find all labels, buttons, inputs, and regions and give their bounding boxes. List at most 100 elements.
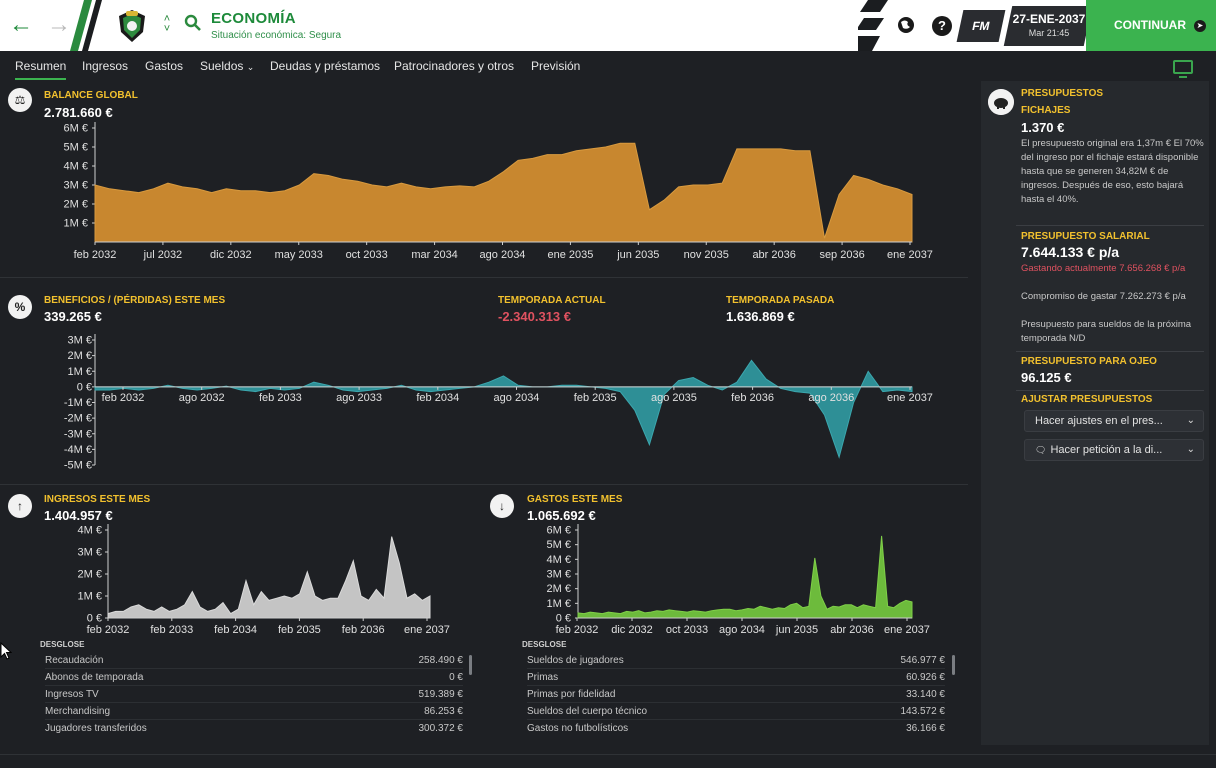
wage-budget-label: PRESUPUESTO SALARIAL [1021,231,1150,242]
tab-patrocinadores[interactable]: Patrocinadores y otros [394,59,514,73]
x-tick-label: feb 2032 [556,624,599,636]
club-switch-updown[interactable]: ˄ ˅ [160,14,174,38]
breakdown-row[interactable]: Primas 60.926 € [527,669,945,686]
club-crest-icon[interactable] [116,8,148,44]
breakdown-row[interactable]: Recaudación 258.490 € [45,652,463,669]
income-scrollbar[interactable] [469,655,472,675]
breakdown-row-name: Primas por fidelidad [527,689,616,700]
breakdown-row-name: Jugadores transferidos [45,723,147,734]
series-area [577,535,913,619]
breakdown-row[interactable]: Abonos de temporada 0 € [45,669,463,686]
current-date: 27-ENE-2037 [1012,12,1086,26]
x-tick-label: ago 2036 [808,392,854,404]
x-tick-label: feb 2034 [416,392,459,404]
y-tick-label: 5M € [547,539,571,551]
expenses-scrollbar[interactable] [952,655,955,675]
breakdown-row-name: Sueldos del cuerpo técnico [527,706,648,717]
chevron-down-icon: ⌄ [1186,415,1195,426]
breakdown-row[interactable]: Ingresos TV 519.389 € [45,686,463,703]
breakdown-row[interactable]: Sueldos del cuerpo técnico 143.572 € [527,703,945,720]
breakdown-row[interactable]: Gastos no futbolísticos 36.166 € [527,720,945,737]
screen-display-icon[interactable] [1173,60,1193,78]
breakdown-row[interactable]: Sueldos de jugadores 546.977 € [527,652,945,669]
forward-arrow-icon[interactable]: → [46,12,72,38]
tab-resumen[interactable]: Resumen [15,59,67,80]
x-tick-label: ago 2032 [179,392,225,404]
breakdown-row-value: 36.166 € [906,723,945,734]
expenses-chart: 0 € 1M € 2M € 3M € 4M € 5M € 6M € feb 2032 dic 2… [547,524,930,636]
scouting-budget-label: PRESUPUESTO PARA OJEO [1021,356,1157,367]
x-tick-label: oct 2033 [346,249,388,261]
page-title: ECONOMÍA [211,10,296,27]
y-tick-label: 3M € [68,335,92,347]
x-tick-label: feb 2036 [342,624,385,636]
divider [0,484,968,485]
breakdown-row-name: Sueldos de jugadores [527,655,624,666]
x-tick-label: oct 2033 [666,624,708,636]
series-area [107,536,431,619]
adjust-budgets-label: AJUSTAR PRESUPUESTOS [1021,394,1153,405]
x-tick-label: feb 2032 [87,624,130,636]
continue-button[interactable]: CONTINUAR ➤ [1086,0,1216,51]
speech-bubble-icon: 🗨 [1035,445,1047,455]
x-tick-label: ene 2037 [884,624,930,636]
x-tick-label: jun 2035 [775,624,818,636]
arrow-up-icon: ↑ [8,494,32,518]
y-tick-label: -5M € [64,460,92,472]
scales-icon: ⚖ [8,88,32,112]
help-icon[interactable]: ? [932,16,952,36]
tab-deudas[interactable]: Deudas y préstamos [270,59,380,73]
y-tick-label: 3M € [547,569,571,581]
tab-prevision[interactable]: Previsión [531,59,580,73]
x-tick-label: ago 2034 [480,249,526,261]
transfer-budget-text: El presupuesto original era 1,37m € El 7… [1021,138,1204,205]
breakdown-row-name: Recaudación [45,655,104,666]
breakdown-row-value: 0 € [449,672,463,683]
chevron-down-icon: ⌄ [1186,444,1195,455]
x-tick-label: feb 2033 [150,624,193,636]
tab-gastos[interactable]: Gastos [145,59,183,73]
tab-sueldos[interactable]: Sueldos ⌄ [200,59,254,73]
x-tick-label: abr 2036 [830,624,873,636]
wage-next-text: Presupuesto para sueldos de la próxima t… [1021,319,1192,344]
y-tick-label: 1M € [547,598,571,610]
breakdown-row-name: Ingresos TV [45,689,99,700]
x-tick-label: feb 2032 [102,392,145,404]
y-tick-label: -2M € [64,413,92,425]
fm-menu-button[interactable]: FM [956,10,1006,42]
search-icon[interactable] [184,14,202,32]
breakdown-row[interactable]: Jugadores transferidos 300.372 € [45,720,463,737]
board-request-dropdown[interactable]: 🗨 Hacer petición a la di... ⌄ [1024,439,1204,461]
scouting-budget-value: 96.125 € [1021,370,1072,385]
adjust-budget-dropdown[interactable]: Hacer ajustes en el pres... ⌄ [1024,410,1204,432]
profit-label: BENEFICIOS / (PÉRDIDAS) ESTE MES [44,295,226,306]
x-tick-label: ene 2037 [887,249,933,261]
x-tick-label: feb 2036 [731,392,774,404]
y-tick-label: 4M € [64,161,88,173]
transfer-budget-label: FICHAJES [1021,105,1071,116]
breakdown-row-value: 258.490 € [418,655,464,666]
header-stripes-decoration [70,0,102,51]
breakdown-row[interactable]: Primas por fidelidad 33.140 € [527,686,945,703]
arrow-down-icon: ↓ [490,494,514,518]
x-tick-label: ene 2037 [887,392,933,404]
breakdown-row[interactable]: Merchandising 86.253 € [45,703,463,720]
income-value: 1.404.957 € [44,508,113,523]
y-tick-label: 4M € [78,525,102,537]
y-tick-label: 6M € [547,525,571,537]
divider [1016,390,1204,391]
profit-value: 339.265 € [44,309,102,324]
back-arrow-icon[interactable]: ← [8,12,34,38]
world-globe-icon[interactable] [896,15,916,35]
x-tick-label: may 2033 [275,249,323,261]
budgets-label: PRESUPUESTOS [1021,88,1104,99]
x-tick-label: ago 2033 [336,392,382,404]
tab-ingresos[interactable]: Ingresos [82,59,128,73]
x-tick-label: mar 2034 [411,249,457,261]
breakdown-row-value: 300.372 € [418,723,464,734]
profit-chart: 3M € 2M € 1M € 0 € -1M € -2M € -3M € -4M € -5M €… [64,334,933,472]
adjust-budget-dropdown-label: Hacer ajustes en el pres... [1035,415,1163,427]
x-tick-label: feb 2035 [278,624,321,636]
y-tick-label: 1M € [68,366,92,378]
y-tick-label: 3M € [78,547,102,559]
